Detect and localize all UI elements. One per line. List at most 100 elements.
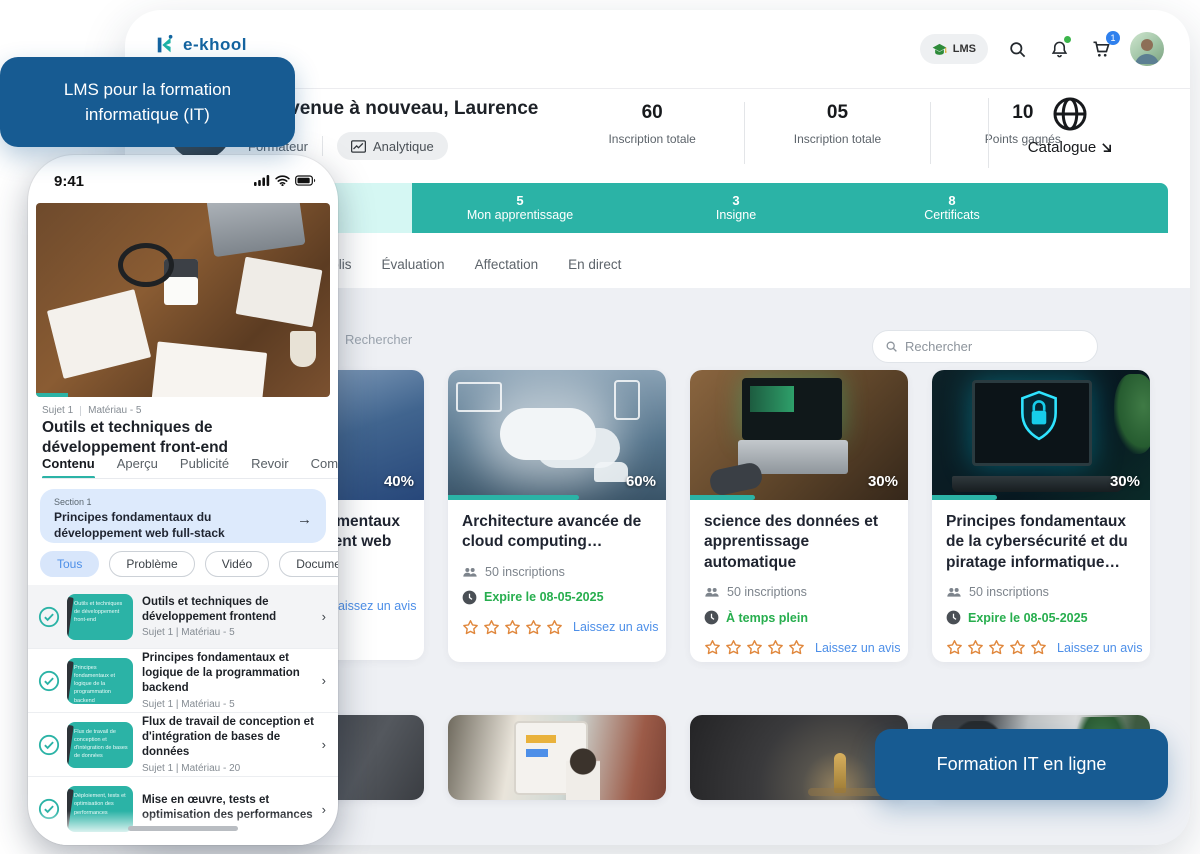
phone-tab-bar: Contenu Aperçu Publicité Revoir Commenta… [42, 452, 338, 479]
star-icon[interactable] [788, 639, 805, 656]
review-link[interactable]: Laissez un avis [1057, 641, 1142, 655]
star-icon[interactable] [1009, 639, 1026, 656]
rating-row: Laissez un avis [704, 639, 900, 656]
star-icon[interactable] [704, 639, 721, 656]
status-time: 9:41 [54, 173, 85, 190]
tab-publicite[interactable]: Publicité [180, 456, 229, 471]
battery-icon [295, 175, 316, 186]
lesson-text: Principes fondamentaux et logique de la … [142, 651, 318, 710]
tab-certificats[interactable]: 8 Certificats [844, 183, 1060, 233]
course-image: 60% [448, 370, 666, 500]
stat-total-2: 05 Inscription totale [745, 102, 929, 164]
filter-video[interactable]: Vidéo [204, 551, 270, 577]
tab-count: 3 [732, 193, 740, 208]
check-circle-icon [38, 670, 60, 692]
arrow-right-icon[interactable]: → [297, 511, 312, 528]
globe-icon [1005, 96, 1135, 132]
deadline-text: Expire le 08-05-2025 [484, 590, 604, 605]
lesson-thumbnail: Flux de travail de conception et d'intég… [67, 721, 133, 768]
progress-percent: 30% [1109, 473, 1140, 490]
user-avatar[interactable] [1130, 32, 1164, 66]
lms-switcher-pill[interactable]: LMS [919, 34, 988, 64]
subtab-evaluation[interactable]: Évaluation [382, 257, 445, 272]
search-field[interactable] [905, 339, 1085, 354]
role-divider [321, 136, 323, 156]
subtab-row: Accomplis Évaluation Affectation En dire… [290, 257, 621, 272]
lesson-text: Outils et techniques de développement fr… [142, 595, 318, 639]
analytics-button[interactable]: Analytique [336, 132, 448, 160]
filter-documents[interactable]: Documents [279, 551, 338, 577]
badge-formation-it: Formation IT en ligne [875, 729, 1168, 800]
lesson-item-database[interactable]: Flux de travail de conception et d'intég… [28, 713, 338, 777]
star-icon[interactable] [967, 639, 984, 656]
logo-text: e-khool [183, 35, 247, 54]
star-icon[interactable] [988, 639, 1005, 656]
progress-bar [448, 495, 579, 500]
bottom-card-2[interactable] [448, 715, 666, 800]
lesson-meta: Sujet 1 | Matériau - 5 [142, 698, 235, 710]
topbar-actions: LMS 1 [919, 31, 1164, 66]
chevron-right-icon[interactable]: › [322, 737, 326, 752]
tab-insigne[interactable]: 3 Insigne [628, 183, 844, 233]
enrollment-count: 50 inscriptions [485, 564, 565, 579]
star-icon[interactable] [1030, 639, 1047, 656]
subtab-affectation[interactable]: Affectation [475, 257, 539, 272]
lesson-meta: Sujet 1 | Matériau - 20 [142, 762, 241, 774]
graduation-cap-icon [932, 43, 947, 56]
star-icon[interactable] [462, 619, 479, 636]
enrollment-row: 50 inscriptions [462, 565, 652, 579]
tab-count: 8 [948, 193, 956, 208]
check-circle-icon [38, 734, 60, 756]
external-arrow-icon [1101, 142, 1112, 153]
star-icon[interactable] [946, 639, 963, 656]
course-title: Architecture avancée de cloud computing… [462, 513, 642, 551]
lesson-item-frontend[interactable]: Outils et techniques de développement fr… [28, 585, 338, 649]
lesson-thumbnail: Principes fondamentaux et logique de la … [67, 657, 133, 704]
rating-row: Laissez un avis [462, 619, 658, 636]
notifications-bell-icon[interactable] [1046, 36, 1072, 62]
review-link[interactable]: Laissez un avis [331, 599, 416, 613]
tab-revoir[interactable]: Revoir [251, 456, 289, 471]
star-icon[interactable] [504, 619, 521, 636]
subtab-en-direct[interactable]: En direct [568, 257, 621, 272]
app-logo[interactable]: e-khool [155, 34, 247, 56]
catalogue-button[interactable]: Catalogue [1005, 96, 1135, 156]
star-icon[interactable] [767, 639, 784, 656]
search-icon[interactable] [1004, 36, 1030, 62]
subject-label: Sujet 1 [42, 405, 74, 416]
tab-apercu[interactable]: Aperçu [117, 456, 158, 471]
star-icon[interactable] [483, 619, 500, 636]
badge-text: LMS pour la formation informatique (IT) [63, 79, 232, 125]
home-indicator[interactable] [128, 826, 238, 831]
deadline-row: À temps plein [704, 610, 894, 625]
course-card-cybersecurity[interactable]: 30% Principes fondamentaux de la cybersé… [932, 370, 1150, 662]
star-icon[interactable] [725, 639, 742, 656]
course-search-input[interactable] [872, 330, 1098, 363]
chevron-right-icon[interactable]: › [322, 609, 326, 624]
lms-pill-label: LMS [952, 43, 976, 55]
star-icon[interactable] [746, 639, 763, 656]
filter-tous[interactable]: Tous [40, 551, 100, 577]
deadline-text: À temps plein [726, 610, 808, 625]
course-card-datascience[interactable]: 30% science des données et apprentissage… [690, 370, 908, 662]
lesson-item-backend[interactable]: Principes fondamentaux et logique de la … [28, 649, 338, 713]
magnifier-icon [885, 340, 898, 353]
progress-bar [932, 495, 998, 500]
people-icon [704, 586, 720, 598]
filter-probleme[interactable]: Problème [109, 551, 195, 577]
chevron-right-icon[interactable]: › [322, 673, 326, 688]
photo-progress-bar [36, 393, 69, 397]
enrollment-count: 50 inscriptions [727, 585, 807, 600]
review-link[interactable]: Laissez un avis [815, 641, 900, 655]
course-card-cloud[interactable]: 60% Architecture avancée de cloud comput… [448, 370, 666, 662]
progress-percent: 40% [383, 473, 414, 490]
star-icon[interactable] [546, 619, 563, 636]
section-card[interactable]: Section 1 Principes fondamentaux du déve… [40, 489, 326, 543]
star-icon[interactable] [525, 619, 542, 636]
review-link[interactable]: Laissez un avis [573, 620, 658, 634]
tab-mon-apprentissage[interactable]: 5 Mon apprentissage [412, 183, 628, 233]
tab-contenu[interactable]: Contenu [42, 456, 95, 478]
tab-commentaires[interactable]: Commentaires [311, 456, 338, 471]
cart-icon[interactable]: 1 [1088, 31, 1120, 62]
enrollment-row: 50 inscriptions [946, 585, 1136, 599]
